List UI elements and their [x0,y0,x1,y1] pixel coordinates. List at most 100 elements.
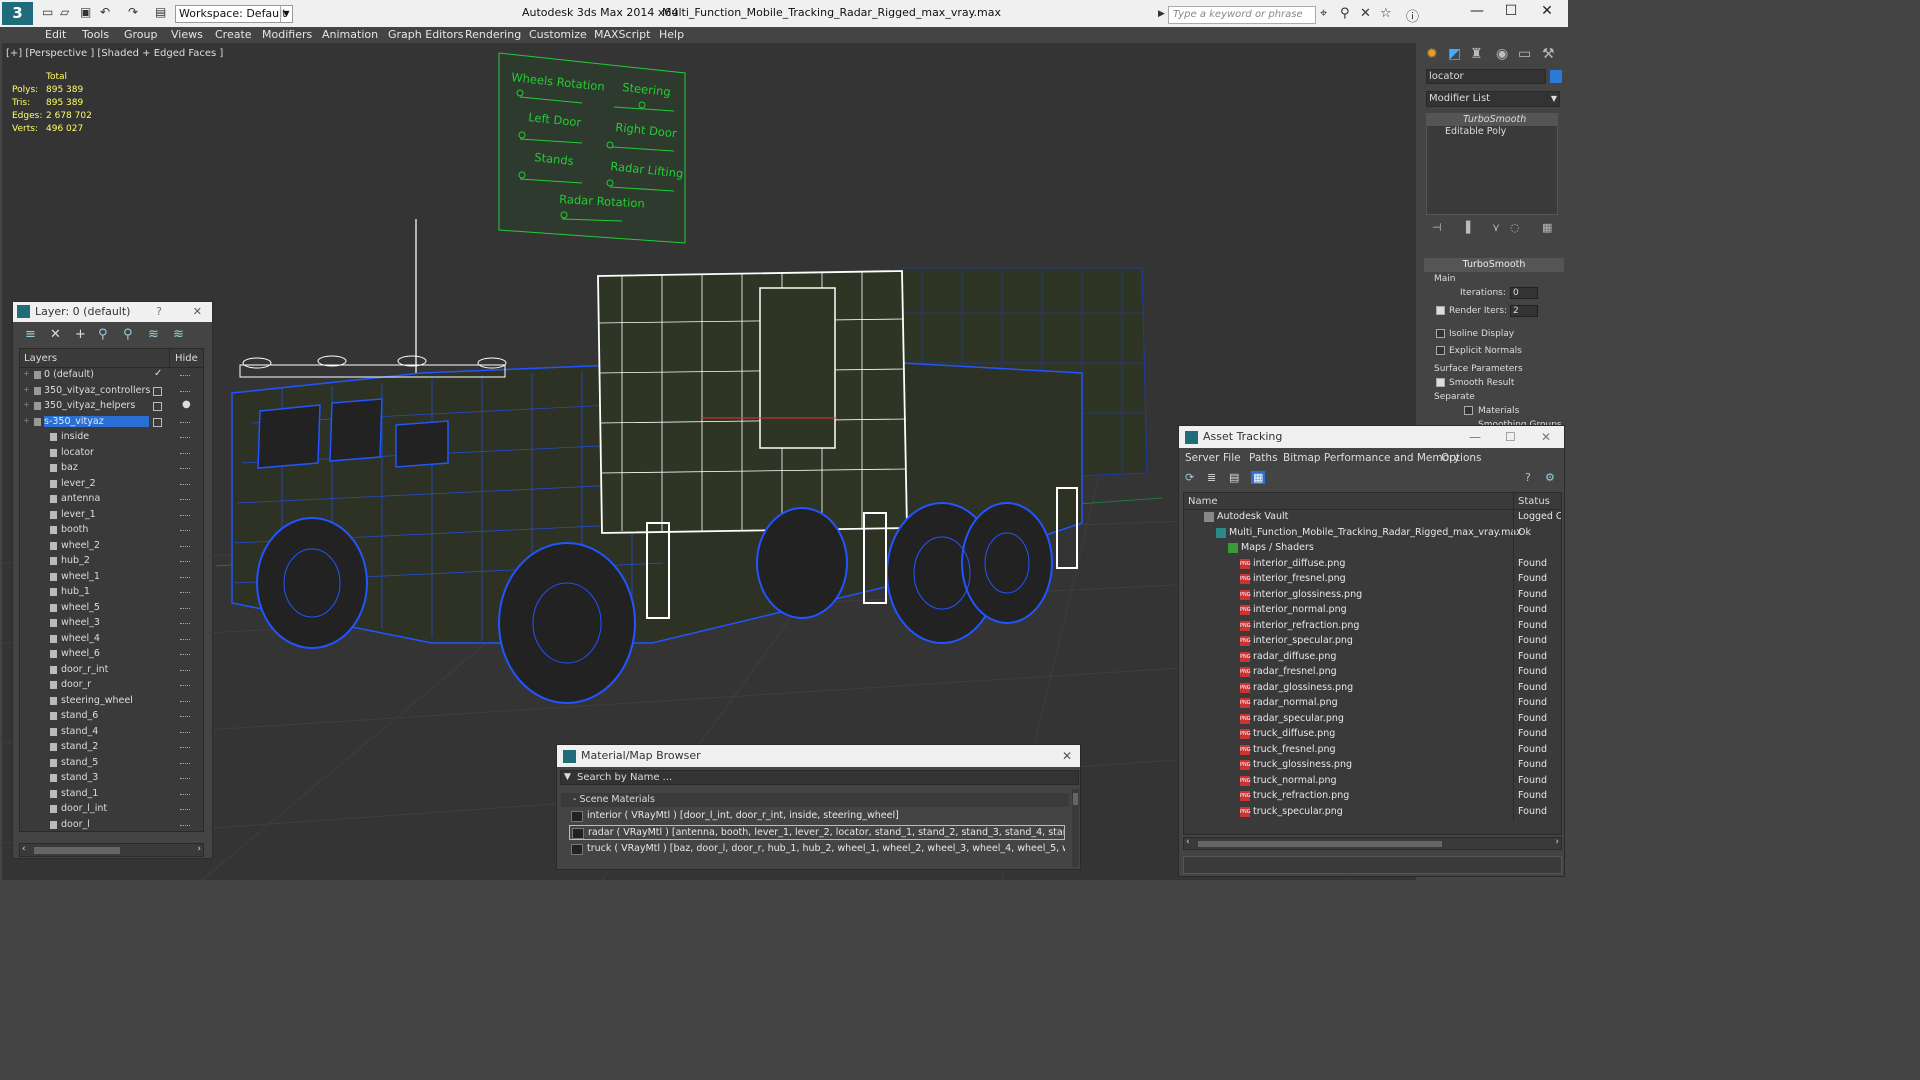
stack-item-turbosmooth[interactable]: TurboSmooth [1427,114,1557,126]
object-row[interactable]: stand_2 [20,740,203,756]
isoline-checkbox[interactable] [1436,329,1445,338]
asset-row[interactable]: PNG interior_fresnel.png Found [1184,572,1561,588]
menu-maxscript[interactable]: MAXScript [594,28,650,41]
create-tab-icon[interactable]: ✹ [1426,46,1438,62]
layer-row[interactable]: +0 (default) ✓ [20,368,203,384]
refresh-icon[interactable]: ⟳ [1185,471,1194,484]
asset-row[interactable]: PNG radar_glossiness.png Found [1184,680,1561,697]
help-icon[interactable]: ⓘ [1406,6,1419,25]
menu-animation[interactable]: Animation [322,28,378,41]
expand-icon[interactable]: + [23,416,30,425]
maximize-button[interactable]: ☐ [1496,3,1526,19]
expand-icon[interactable]: + [23,400,30,409]
hide-toggle[interactable] [180,716,190,717]
asset-row[interactable]: PNG truck_refraction.png Found [1184,789,1561,805]
play-icon[interactable]: ▶ [1158,9,1165,19]
freeze-all-icon[interactable]: ≋ [173,327,184,342]
asset-row[interactable]: PNG radar_specular.png Found [1184,711,1561,728]
stack-item-editable-poly[interactable]: Editable Poly [1427,126,1557,138]
close-icon[interactable]: ✕ [1062,745,1072,767]
hide-column[interactable]: Hide [175,353,198,364]
save-file-icon[interactable]: ▣ [80,5,91,19]
asset-hscrollbar[interactable]: ‹ › [1183,837,1562,850]
expand-icon[interactable]: + [23,369,30,378]
object-row[interactable]: hub_1 [20,585,203,601]
thumbnail-view-icon[interactable]: ▤ [1229,471,1239,484]
rollout-title[interactable]: TurboSmooth [1424,258,1564,272]
hide-toggle[interactable] [180,437,190,438]
hide-toggle[interactable] [180,638,190,640]
scroll-left-icon[interactable]: ‹ [1186,837,1190,847]
object-row[interactable]: door_l [20,818,203,834]
material-vscrollbar[interactable] [1072,789,1079,867]
object-row[interactable]: wheel_2 [20,539,203,555]
object-row[interactable]: lever_1 [20,508,203,524]
menu-rendering[interactable]: Rendering [465,28,521,41]
hide-toggle[interactable] [180,824,190,826]
material-item-interior[interactable]: interior ( VRayMtl ) [door_l_int, door_r… [569,809,1065,824]
star-icon[interactable]: ☆ [1380,6,1392,21]
explicit-normals-checkbox[interactable] [1436,346,1445,355]
delete-layer-icon[interactable]: ✕ [50,327,61,342]
scroll-right-icon[interactable]: › [197,844,201,854]
object-row[interactable]: locator [20,446,203,462]
object-row[interactable]: inside [20,430,203,446]
name-column[interactable]: Name [1188,496,1218,507]
binoculars-icon[interactable]: ⌖ [1320,6,1327,21]
table-view-icon[interactable]: ▦ [1251,471,1266,484]
asset-row[interactable]: Maps / Shaders [1184,541,1561,557]
object-row[interactable]: stand_3 [20,771,203,787]
iterations-spinner[interactable]: 0 [1510,287,1538,299]
select-objects-icon[interactable]: ⚲ [98,327,108,342]
undo-icon[interactable]: ↶ [100,5,110,19]
asset-row[interactable]: PNG interior_glossiness.png Found [1184,587,1561,604]
open-file-icon[interactable]: ▱ [60,5,69,19]
motion-tab-icon[interactable]: ◉ [1496,46,1508,62]
highlight-layer-icon[interactable]: ⚲ [123,327,133,342]
viewport-label[interactable]: [+] [Perspective ] [Shaded + Edged Faces… [6,48,223,59]
object-row[interactable]: door_l_int [20,802,203,818]
material-item-radar[interactable]: radar ( VRayMtl ) [antenna, booth, lever… [569,825,1065,840]
asset-tracking-titlebar[interactable]: Asset Tracking — ☐ ✕ [1179,426,1564,448]
minimize-button[interactable]: — [1462,3,1492,19]
object-row[interactable]: baz [20,461,203,477]
asset-menu-server[interactable]: Server [1185,452,1219,464]
menu-graph-editors[interactable]: Graph Editors [388,28,464,41]
scroll-thumb[interactable] [34,847,120,854]
asset-row[interactable]: PNG truck_fresnel.png Found [1184,742,1561,759]
layer-panel-titlebar[interactable]: Layer: 0 (default) ? ✕ [13,302,212,322]
scroll-thumb[interactable] [1198,841,1442,847]
show-end-result-icon[interactable]: ▌ [1466,221,1474,234]
object-row[interactable]: lever_2 [20,477,203,493]
material-search-input[interactable]: ▼ Search by Name ... [560,770,1079,785]
menu-customize[interactable]: Customize [529,28,587,41]
hide-toggle[interactable] [180,390,190,392]
asset-row[interactable]: PNG truck_specular.png Found [1184,804,1561,821]
hide-toggle[interactable] [180,514,190,516]
hierarchy-tab-icon[interactable]: ♜ [1470,46,1483,62]
object-row[interactable]: steering_wheel [20,694,203,710]
pin-stack-icon[interactable]: ⊣ [1432,221,1442,234]
object-row[interactable]: stand_5 [20,756,203,772]
scroll-right-icon[interactable]: › [1555,837,1559,847]
hide-toggle[interactable] [180,530,190,531]
smooth-result-checkbox[interactable] [1436,378,1445,387]
list-view-icon[interactable]: ≣ [1207,471,1216,484]
object-row[interactable]: stand_6 [20,709,203,725]
menu-create[interactable]: Create [215,28,252,41]
object-row[interactable]: stand_4 [20,725,203,741]
asset-row[interactable]: PNG truck_glossiness.png Found [1184,758,1561,774]
minimize-button[interactable]: — [1469,426,1481,448]
layer-row[interactable]: +350_vityaz_controllers [20,384,203,400]
hide-toggle[interactable] [180,375,190,376]
asset-row[interactable]: PNG radar_normal.png Found [1184,696,1561,712]
modify-tab-icon[interactable]: ◩ [1448,46,1461,62]
object-row[interactable]: antenna [20,492,203,508]
object-row[interactable]: door_r [20,678,203,694]
scroll-left-icon[interactable]: ‹ [22,844,26,854]
object-row[interactable]: wheel_4 [20,632,203,648]
tools-icon[interactable]: ✕ [1360,6,1371,21]
hide-toggle[interactable] [180,592,190,593]
object-row[interactable]: wheel_5 [20,601,203,617]
hide-toggle[interactable] [180,545,190,547]
